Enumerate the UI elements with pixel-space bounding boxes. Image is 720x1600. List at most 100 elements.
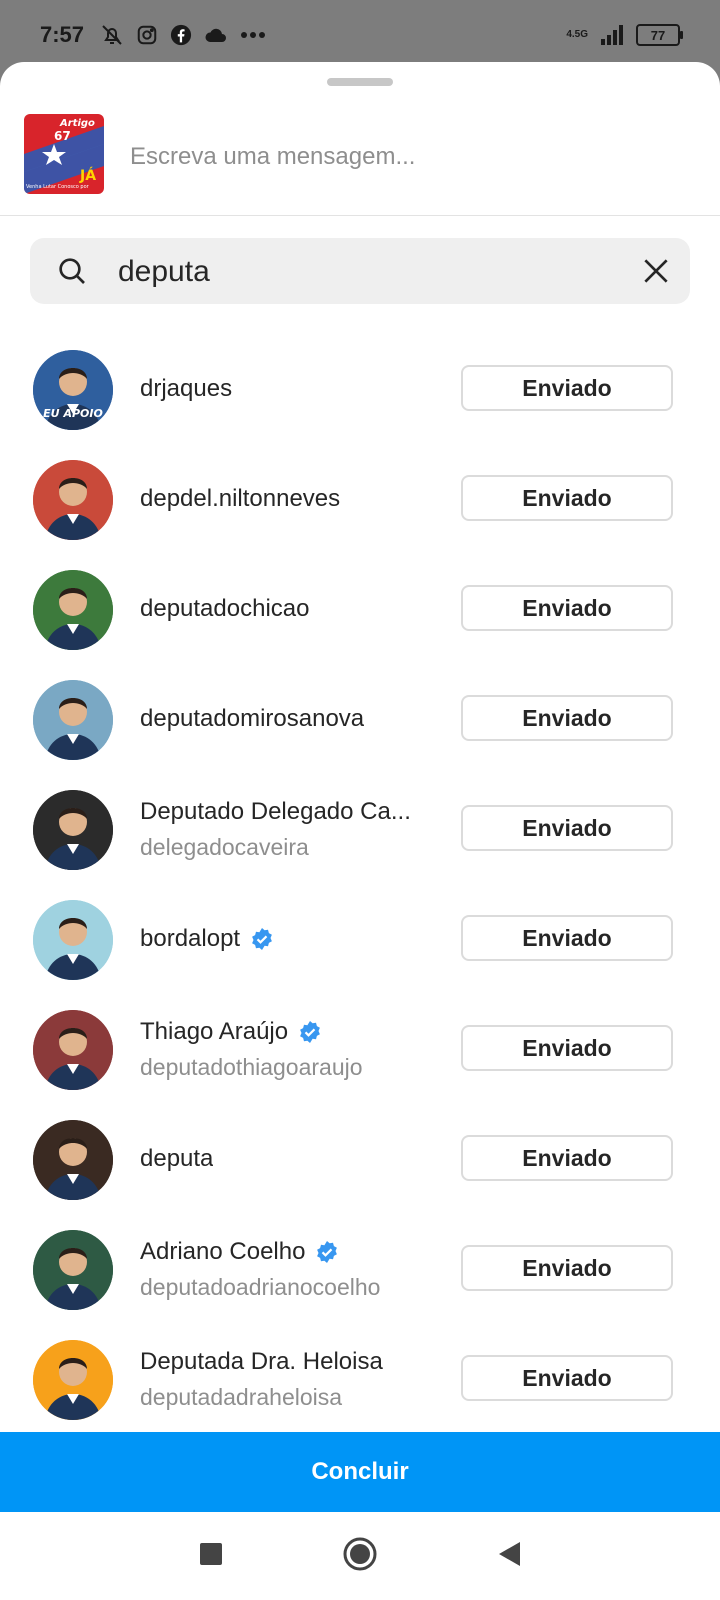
- recipient-name: Deputada Dra. Heloisa: [140, 1348, 440, 1376]
- recipient-name-text: Thiago Araújo: [140, 1017, 289, 1045]
- recipient-username: deputadadraheloisa: [140, 1383, 343, 1410]
- avatar-portrait: [33, 680, 113, 760]
- recipient-list: EU APOIO drjaques Enviado depdel.niltonn…: [0, 334, 720, 1434]
- recipient-name: Adriano Coelho: [140, 1238, 440, 1266]
- avatar[interactable]: [33, 1010, 113, 1090]
- recipient-row[interactable]: Deputado Delegado Ca... delegadocaveira …: [0, 774, 720, 884]
- verified-badge-icon: [252, 928, 272, 950]
- cloud-icon: [205, 28, 227, 42]
- recipient-username: deputadoadrianocoelho: [140, 1273, 381, 1300]
- sent-button[interactable]: Enviado: [461, 695, 673, 741]
- thumb-title: Artigo: [59, 118, 95, 129]
- recipient-names: Deputado Delegado Ca... delegadocaveira: [140, 774, 440, 884]
- recipient-row[interactable]: deputa Enviado: [0, 1104, 720, 1214]
- recipient-name: Deputado Delegado Ca...: [140, 798, 440, 826]
- recipient-names: Deputada Dra. Heloisa deputadadraheloisa: [140, 1324, 440, 1434]
- recipient-row[interactable]: deputadochicao Enviado: [0, 554, 720, 664]
- avatar-portrait: [33, 460, 113, 540]
- avatar[interactable]: [33, 460, 113, 540]
- recipient-row[interactable]: EU APOIO drjaques Enviado: [0, 334, 720, 444]
- recipient-names: bordalopt: [140, 884, 440, 994]
- recipient-username: delegadocaveira: [140, 833, 309, 860]
- avatar[interactable]: [33, 1340, 113, 1420]
- sent-button[interactable]: Enviado: [461, 365, 673, 411]
- notification-icons: [100, 23, 266, 47]
- sent-button[interactable]: Enviado: [461, 475, 673, 521]
- status-left: 7:57: [40, 22, 266, 48]
- recipient-names: deputa: [140, 1104, 440, 1214]
- recipient-row[interactable]: depdel.niltonneves Enviado: [0, 444, 720, 554]
- recipient-name-text: drjaques: [140, 375, 233, 402]
- sent-button[interactable]: Enviado: [461, 805, 673, 851]
- sent-button[interactable]: Enviado: [461, 1355, 673, 1401]
- recipient-names: Thiago Araújo deputadothiagoaraujo: [140, 994, 440, 1104]
- recipient-row[interactable]: deputadomirosanova Enviado: [0, 664, 720, 774]
- compose-row: Artigo 67 JÁ Venha Lutar Conosco por: [0, 106, 720, 216]
- avatar-caption: EU APOIO: [43, 407, 103, 420]
- sent-button[interactable]: Enviado: [461, 1025, 673, 1071]
- avatar[interactable]: EU APOIO: [33, 350, 113, 430]
- recipient-name-text: deputadomirosanova: [140, 705, 365, 732]
- recipient-name-text: Deputado Delegado Ca...: [140, 797, 411, 825]
- done-button[interactable]: Concluir: [0, 1432, 720, 1512]
- network-type: 4.5G: [566, 29, 588, 40]
- message-input[interactable]: [128, 134, 692, 180]
- avatar[interactable]: [33, 1120, 113, 1200]
- avatar-portrait: [33, 1010, 113, 1090]
- alarm-off-icon: [102, 25, 122, 45]
- sent-button[interactable]: Enviado: [461, 1245, 673, 1291]
- avatar[interactable]: [33, 790, 113, 870]
- recipient-name: bordalopt: [140, 925, 440, 953]
- recipient-name: deputa: [140, 1145, 440, 1173]
- verified-badge-icon: [300, 1020, 321, 1043]
- recipient-name-text: depdel.niltonneves: [140, 485, 341, 512]
- close-icon[interactable]: [640, 255, 672, 287]
- signal-icon: [601, 25, 623, 45]
- avatar[interactable]: [33, 900, 113, 980]
- search-input[interactable]: [116, 250, 640, 294]
- verified-badge-icon: [317, 1240, 338, 1263]
- recipient-name-text: Adriano Coelho: [140, 1237, 306, 1265]
- facebook-icon: [170, 24, 192, 46]
- recipient-name: deputadochicao: [140, 595, 440, 623]
- thumb-small-text: Venha Lutar Conosco por: [26, 184, 90, 190]
- avatar-portrait: [33, 570, 113, 650]
- sent-button[interactable]: Enviado: [461, 585, 673, 631]
- recipient-name-text: bordalopt: [140, 925, 241, 952]
- recipient-names: drjaques: [140, 334, 440, 444]
- instagram-icon: [137, 25, 157, 45]
- avatar-portrait: [33, 1340, 113, 1420]
- search-bar: [30, 238, 690, 304]
- avatar-portrait: [33, 790, 113, 870]
- drag-handle[interactable]: [327, 78, 393, 86]
- search-icon: [59, 258, 85, 284]
- home-circle-icon[interactable]: [342, 1536, 378, 1572]
- avatar[interactable]: [33, 570, 113, 650]
- avatar[interactable]: [33, 680, 113, 760]
- recipient-name-text: deputadochicao: [140, 595, 310, 622]
- recipient-name-text: Deputada Dra. Heloisa: [140, 1347, 383, 1375]
- recipient-row[interactable]: bordalopt Enviado: [0, 884, 720, 994]
- avatar[interactable]: [33, 1230, 113, 1310]
- post-thumbnail: Artigo 67 JÁ Venha Lutar Conosco por: [24, 114, 104, 194]
- sent-button[interactable]: Enviado: [461, 915, 673, 961]
- recents-square-icon[interactable]: [196, 1539, 226, 1569]
- back-triangle-icon[interactable]: [494, 1539, 524, 1569]
- recipient-row[interactable]: Thiago Araújo deputadothiagoaraujo Envia…: [0, 994, 720, 1104]
- recipient-name: deputadomirosanova: [140, 705, 440, 733]
- status-right: 4.5G 77: [566, 24, 683, 46]
- share-sheet: Artigo 67 JÁ Venha Lutar Conosco por EU …: [0, 62, 720, 1512]
- recipient-name-text: deputa: [140, 1145, 214, 1172]
- avatar-portrait: [33, 900, 113, 980]
- recipient-row[interactable]: Deputada Dra. Heloisa deputadadraheloisa…: [0, 1324, 720, 1434]
- status-bar: 7:57 4.5G 77: [0, 0, 720, 70]
- battery-indicator: 77: [636, 24, 683, 46]
- avatar-portrait: [33, 1120, 113, 1200]
- thumb-number: 67: [54, 129, 71, 143]
- recipient-names: deputadomirosanova: [140, 664, 440, 774]
- system-nav-bar: [0, 1512, 720, 1600]
- clock: 7:57: [40, 22, 85, 47]
- sent-button[interactable]: Enviado: [461, 1135, 673, 1181]
- recipient-row[interactable]: Adriano Coelho deputadoadrianocoelho Env…: [0, 1214, 720, 1324]
- recipient-names: deputadochicao: [140, 554, 440, 664]
